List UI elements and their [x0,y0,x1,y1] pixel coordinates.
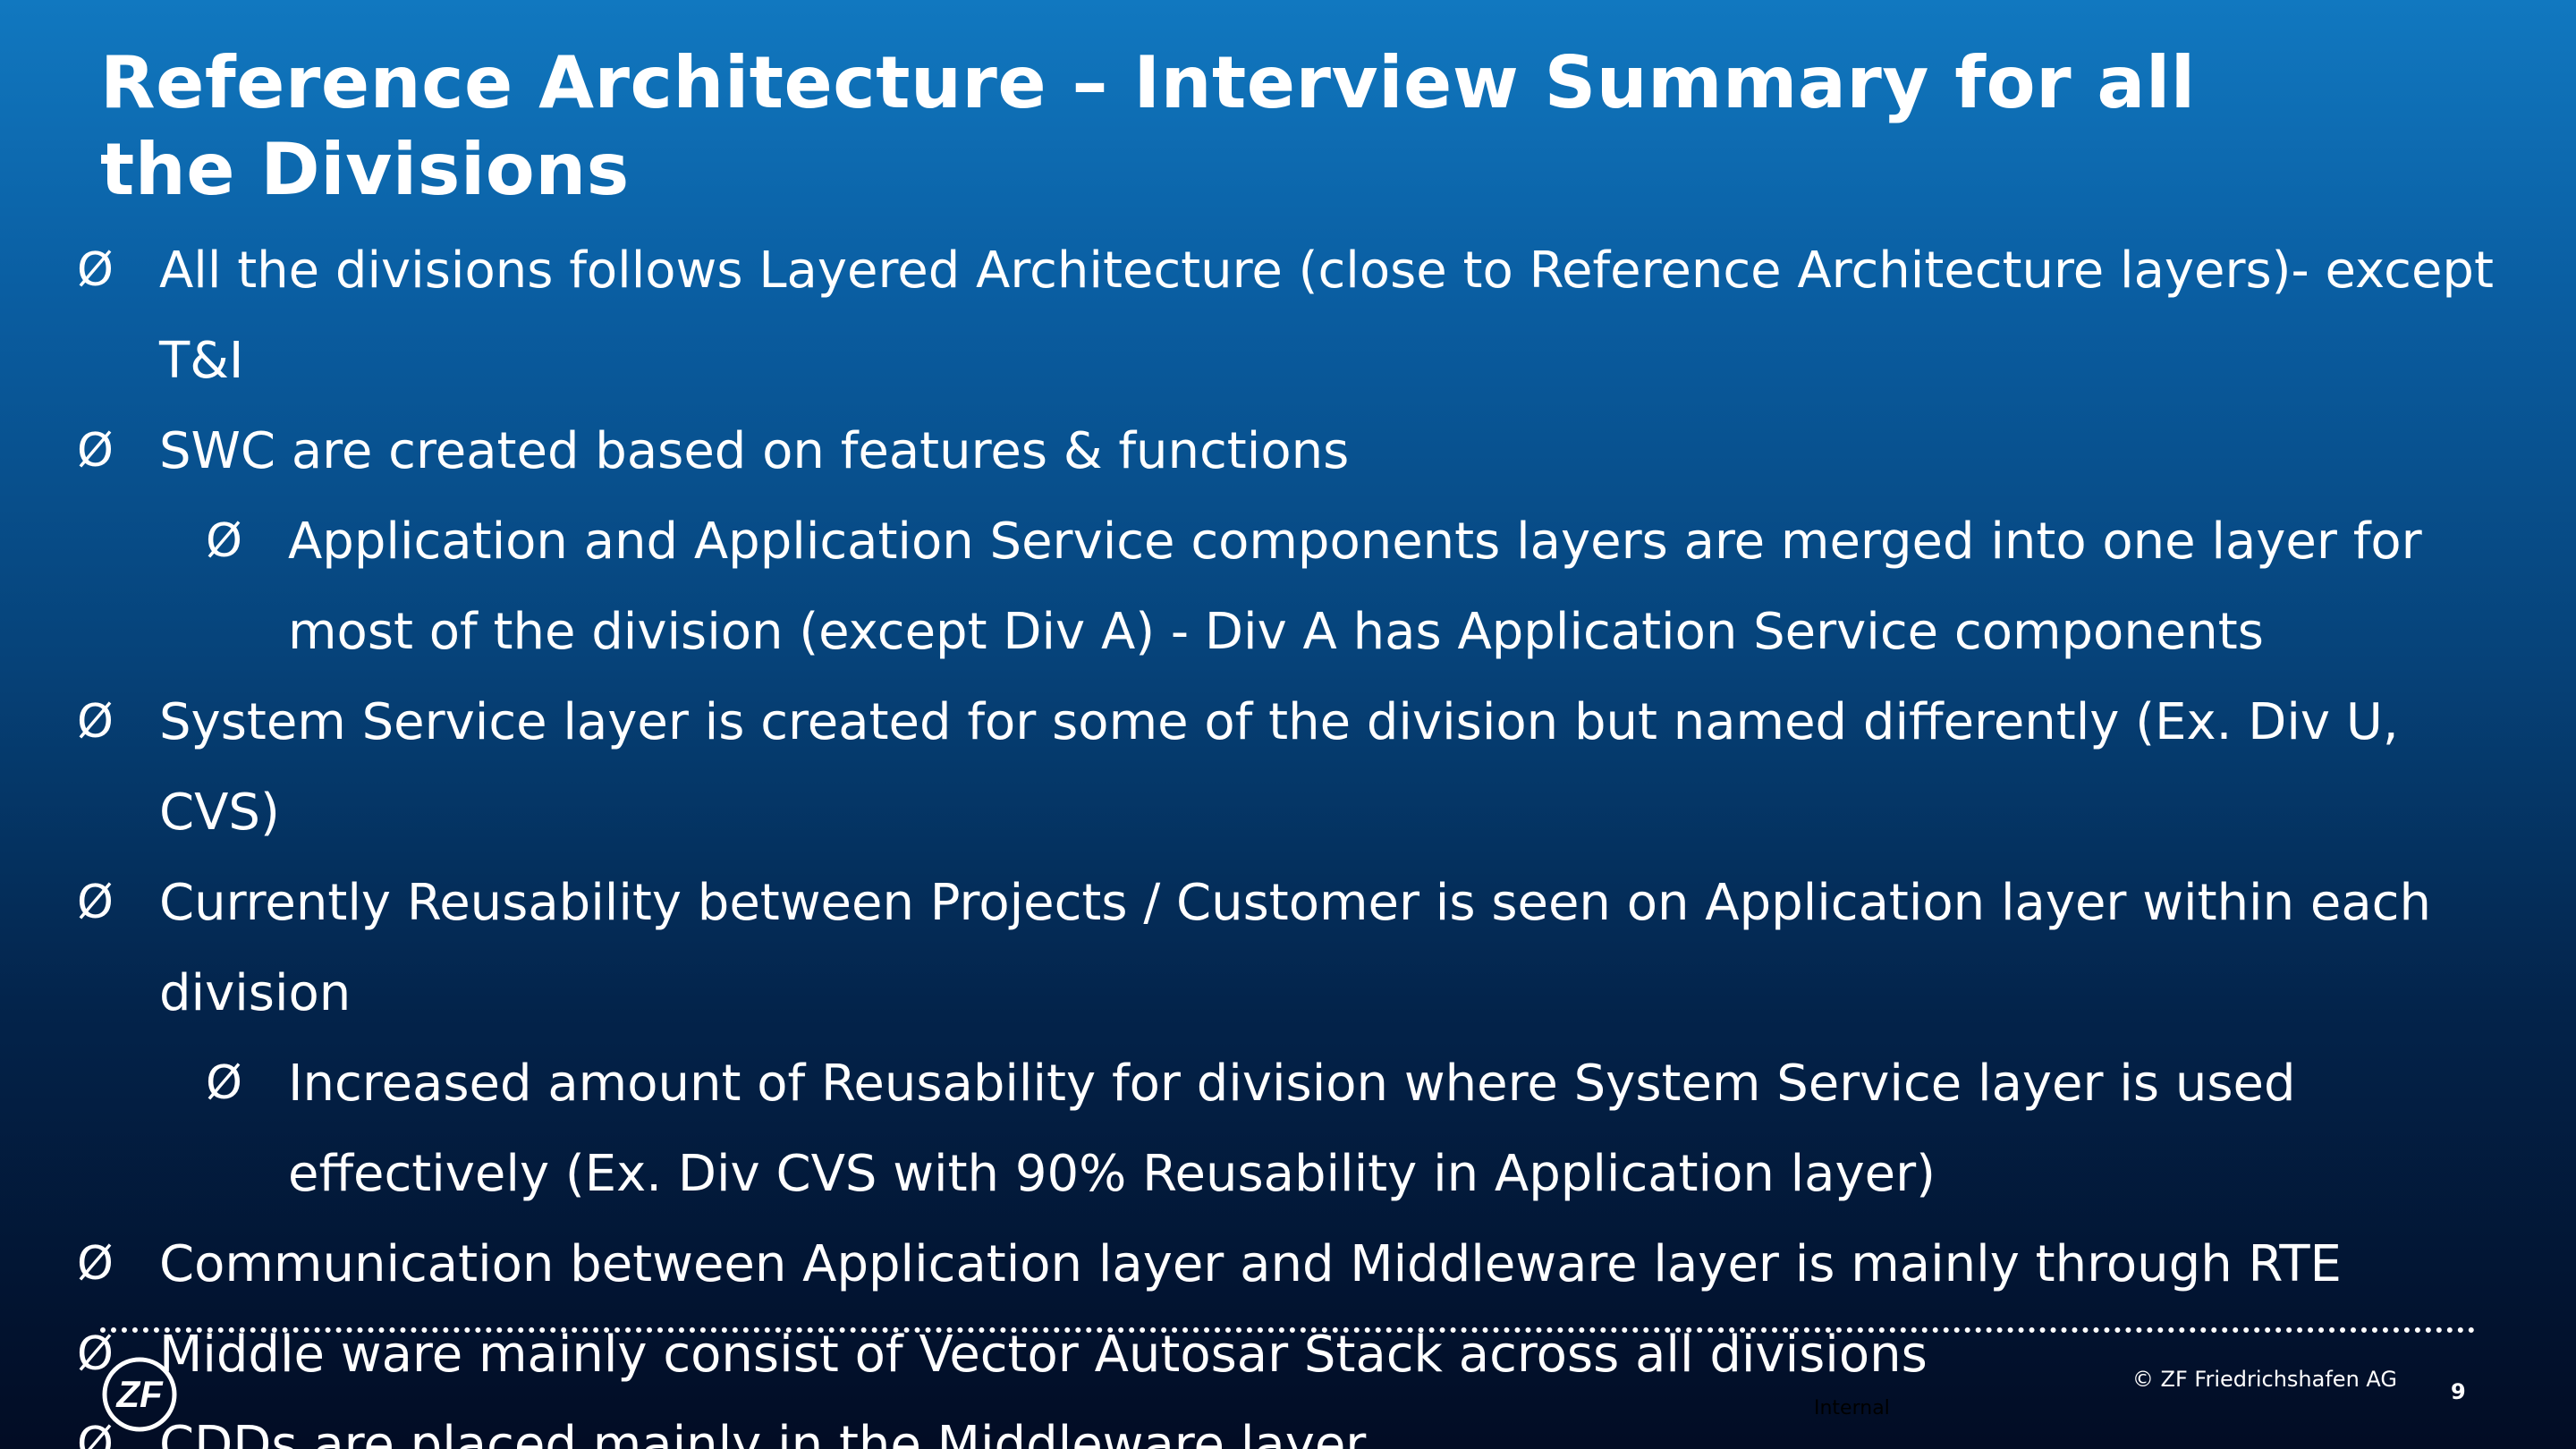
slide-title: Reference Architecture – Interview Summa… [100,41,2196,211]
bullet-marker-icon: Ø [206,514,242,568]
bullet-item: Ø Increased amount of Reusability for div… [0,1038,2453,1219]
bullet-list: Ø All the divisions follows Layered Archi… [0,225,2576,1449]
bullet-marker-icon: Ø [206,1056,242,1110]
bullet-text: Currently Reusability between Projects /… [159,874,2431,1022]
bullet-text: Communication between Application layer … [159,1235,2342,1293]
bullet-item: Ø Application and Application Service com… [0,496,2453,677]
bullet-item: Ø SWC are created based on features & fun… [0,406,2521,496]
bullet-item: Ø CDDs are placed mainly in the Middlewar… [0,1400,2521,1449]
bullet-text: SWC are created based on features & func… [159,422,1350,480]
bullet-text: All the divisions follows Layered Archit… [159,242,2494,390]
bullet-text: Middle ware mainly consist of Vector Aut… [159,1326,1928,1384]
bullet-marker-icon: Ø [77,1237,114,1291]
bullet-text: System Service layer is created for some… [159,693,2399,842]
bullet-marker-icon: Ø [77,243,114,297]
bullet-text: Increased amount of Reusability for divi… [288,1055,2296,1203]
bullet-marker-icon: Ø [77,424,114,478]
footer-divider [100,1327,2476,1333]
page-number: 9 [2451,1379,2466,1404]
classification-label: Internal [1814,1397,1890,1419]
slide: Reference Architecture – Interview Summa… [0,0,2576,1449]
bullet-item: Ø Communication between Application layer… [0,1219,2521,1309]
bullet-item: Ø System Service layer is created for som… [0,677,2521,858]
logo-text: ZF [115,1373,164,1415]
zf-logo: ZF [102,1357,177,1432]
bullet-marker-icon: Ø [77,695,114,749]
bullet-text: Application and Application Service comp… [288,513,2422,661]
copyright-text: © ZF Friedrichshafen AG [2131,1367,2397,1392]
bullet-text: CDDs are placed mainly in the Middleware… [159,1416,1367,1449]
bullet-item: Ø All the divisions follows Layered Archi… [0,225,2521,406]
bullet-marker-icon: Ø [77,876,114,929]
bullet-item: Ø Currently Reusability between Projects … [0,858,2521,1038]
